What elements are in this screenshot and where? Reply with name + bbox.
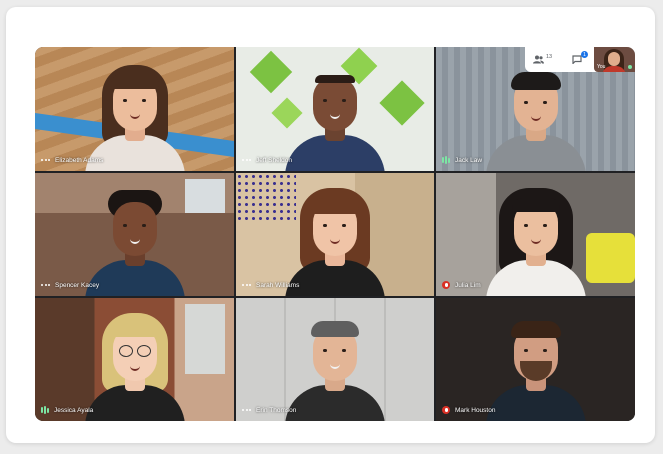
participant-label: Julia Lim	[442, 279, 481, 291]
window-light	[185, 179, 225, 213]
participant-tile[interactable]: Sarah Williams	[236, 173, 434, 296]
speaking-indicator-icon	[41, 406, 49, 414]
more-options-icon[interactable]	[242, 159, 251, 161]
yellow-lamp	[586, 233, 635, 283]
mic-muted-icon	[442, 406, 450, 414]
app-card: Elizabeth Adams Jeff Sheldon Jack Law 13…	[6, 7, 655, 443]
participant-figure	[481, 176, 591, 296]
participant-label: Mark Houston	[442, 404, 495, 416]
participant-tile[interactable]: Mark Houston	[436, 298, 635, 421]
participant-label: Spencer Kacey	[41, 279, 99, 291]
call-toolbar: 13 1 You	[525, 47, 635, 72]
participant-name: Julia Lim	[455, 281, 481, 289]
participant-tile[interactable]: Jeff Sheldon	[236, 47, 434, 171]
speaking-indicator-icon	[442, 156, 450, 164]
participant-name: Erin Thomson	[256, 406, 297, 414]
people-button[interactable]: 13	[525, 47, 560, 72]
participant-count: 13	[545, 53, 553, 60]
participant-label: Jessica Ayala	[41, 404, 93, 416]
participant-figure	[280, 51, 390, 171]
participant-name: Elizabeth Adams	[55, 156, 104, 164]
participant-label: Jeff Sheldon	[242, 154, 292, 166]
participant-tile[interactable]: Jessica Ayala	[35, 298, 234, 421]
self-status-icon	[628, 65, 632, 69]
chat-button[interactable]: 1	[560, 47, 594, 72]
more-options-icon[interactable]	[242, 284, 251, 286]
window-light	[185, 304, 225, 374]
participant-label: Sarah Williams	[242, 279, 299, 291]
participant-figure	[80, 176, 190, 296]
self-view[interactable]: You	[594, 47, 635, 72]
participant-figure	[280, 176, 390, 296]
participant-tile[interactable]: Spencer Kacey	[35, 173, 234, 296]
people-icon	[532, 55, 544, 64]
chat-badge: 1	[581, 51, 588, 58]
self-label: You	[597, 64, 606, 70]
more-options-icon[interactable]	[242, 409, 251, 411]
participant-tile[interactable]: Jack Law 13 1 You	[436, 47, 635, 171]
participant-label: Jack Law	[442, 154, 482, 166]
participant-name: Jessica Ayala	[54, 406, 94, 414]
participant-name: Jeff Sheldon	[256, 156, 293, 164]
participant-tile[interactable]: Julia Lim	[436, 173, 635, 296]
beard	[519, 361, 552, 381]
more-options-icon[interactable]	[41, 284, 50, 286]
participant-name: Sarah Williams	[256, 281, 300, 289]
mic-muted-icon	[442, 281, 450, 289]
self-avatar-face	[608, 52, 620, 66]
participant-figure	[481, 301, 591, 421]
participant-figure	[80, 51, 190, 171]
participant-label: Erin Thomson	[242, 404, 296, 416]
more-options-icon[interactable]	[41, 159, 50, 161]
chat-icon	[572, 55, 582, 64]
participant-name: Spencer Kacey	[55, 281, 100, 289]
participant-tile[interactable]: Erin Thomson	[236, 298, 434, 421]
participant-figure	[280, 301, 390, 421]
participant-name: Mark Houston	[455, 406, 496, 414]
video-grid: Elizabeth Adams Jeff Sheldon Jack Law 13…	[35, 47, 635, 421]
participant-tile[interactable]: Elizabeth Adams	[35, 47, 234, 171]
participant-name: Jack Law	[455, 156, 483, 164]
participant-figure	[80, 301, 190, 421]
participant-label: Elizabeth Adams	[41, 154, 103, 166]
